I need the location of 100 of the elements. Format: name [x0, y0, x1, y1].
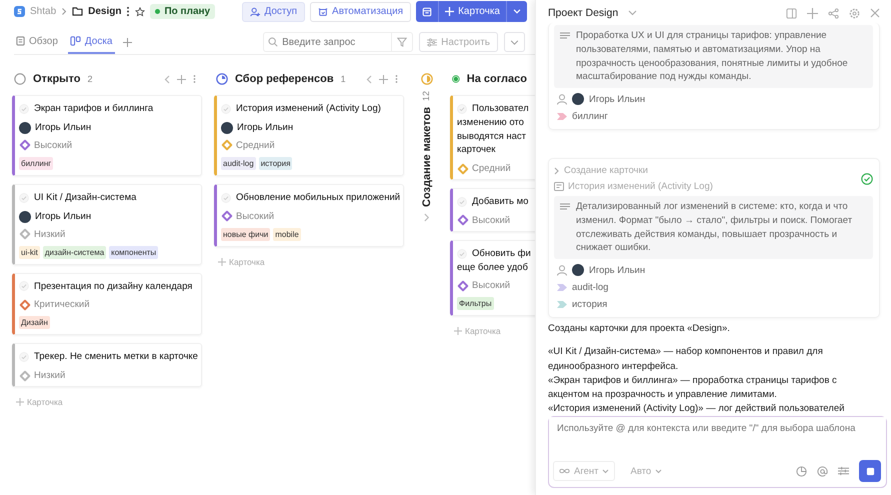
search-icon [268, 37, 278, 47]
tag: компоненты [109, 246, 158, 259]
tag-label: биллинг [572, 111, 608, 122]
expand-chevron-icon[interactable] [424, 213, 430, 222]
card-title: карточек [457, 143, 496, 158]
caret-icon [510, 40, 519, 44]
tag: дизайн-система [42, 246, 106, 259]
column-count: 12 [421, 91, 432, 102]
plus-icon [454, 327, 462, 336]
column-title: Открыто [33, 73, 81, 85]
card-title: Пользовател [472, 102, 529, 116]
chevron-right-icon [61, 7, 68, 16]
priority-label: Средний [236, 140, 275, 151]
timer-icon[interactable] [796, 466, 807, 476]
sidebar-icon[interactable] [786, 8, 797, 18]
column-count: 2 [88, 74, 93, 84]
workspace-name[interactable]: Shtab [30, 6, 56, 17]
sliders-icon[interactable] [838, 466, 849, 476]
infinity-icon [559, 468, 570, 474]
task-card[interactable]: Экран тарифов и биллинга Игорь Ильин Высокий биллинг [12, 95, 202, 176]
card-title: История изменений (Activity Log) [236, 102, 381, 116]
description-icon [560, 32, 570, 40]
status-badge[interactable]: По плану [150, 4, 216, 19]
stop-icon [866, 466, 874, 476]
priority-label: Высокий [472, 280, 510, 292]
access-button[interactable]: Доступ [242, 2, 306, 22]
check-icon[interactable] [19, 281, 29, 292]
task-card[interactable]: Трекер. Не сменить метки в карточке Низкий [12, 343, 202, 388]
column-title: Сбор референсов [235, 73, 334, 85]
folder-icon [72, 7, 84, 16]
person-icon [557, 94, 567, 105]
add-icon[interactable] [379, 74, 388, 84]
avatar-icon [19, 210, 31, 223]
document-icon [16, 36, 25, 46]
card-title: Презентация по дизайну календаря [34, 280, 192, 294]
task-card[interactable]: Презентация по дизайну календаря Критический Дизайн [12, 272, 202, 336]
check-icon[interactable] [221, 192, 231, 203]
reply-text: Созданы карточки для проекта «Design». [548, 322, 731, 336]
task-card[interactable]: История изменений (Activity Log) Игорь Ильин Средний audit-log история [214, 95, 404, 176]
card-title: Трекер. Не сменить метки в карточке [34, 350, 198, 364]
task-card[interactable]: UI Kit / Дизайн-система Игорь Ильин Низкий ui-kit дизайн-система компоненты [12, 184, 202, 265]
card-title: Экран тарифов и биллинга [34, 102, 154, 116]
mention-icon[interactable] [817, 466, 828, 476]
assignee-name: Игорь Ильин [35, 211, 92, 222]
view-tab[interactable]: Доска [68, 30, 114, 54]
chevron-right-icon[interactable] [554, 166, 560, 175]
check-icon[interactable] [19, 104, 29, 114]
column-count: 1 [340, 74, 346, 84]
check-icon[interactable] [457, 196, 467, 207]
reply-text: «Экран тарифов и биллинга» — проработка страницы тарифов с акцентом на прозрачность и управление лимитами. [548, 374, 838, 402]
add-icon[interactable] [807, 8, 818, 18]
card-icon [554, 182, 564, 192]
card-description: Проработка UX и UI для страницы тарифов: управление пользователями, памятью и автоматизациями. Упор на прозрачность ценообразования, понятные лимиты и удобное масштабирование под нужды команды. [576, 29, 849, 84]
person-icon [557, 264, 567, 276]
automation-button[interactable]: Автоматизация [310, 2, 412, 22]
column-title[interactable]: Создание макетов [421, 107, 433, 207]
sliders-icon [427, 38, 438, 46]
filter-button[interactable] [391, 32, 414, 52]
task-card[interactable]: Обновить фи еще более удоб Высокий Фильтры [450, 240, 535, 316]
check-icon[interactable] [19, 352, 29, 362]
add-tab-icon[interactable] [122, 38, 132, 46]
avatar-icon [572, 93, 584, 106]
stop-button[interactable] [859, 460, 881, 482]
card-title: Обновление мобильных приложений [236, 190, 400, 205]
board-icon [70, 36, 81, 46]
task-card[interactable]: Обновление мобильных приложений Высокий новые фичи mobile [214, 184, 404, 247]
panel-title[interactable]: Проект Design [548, 7, 618, 19]
check-icon[interactable] [457, 104, 467, 114]
chevron-down-icon[interactable] [628, 10, 638, 16]
priority-icon [19, 299, 31, 310]
share-icon[interactable] [828, 8, 839, 18]
check-icon[interactable] [19, 192, 29, 203]
task-card[interactable]: Пользовател изменению ото выводятся наст карточек Средний [450, 95, 535, 180]
caret-icon [655, 468, 662, 474]
tag: новые фичи [221, 228, 270, 241]
tag: mobile [273, 228, 301, 241]
status-done-icon [452, 73, 460, 85]
kebab-icon[interactable] [126, 6, 130, 17]
plus-icon [218, 258, 226, 266]
priority-label: Средний [472, 163, 511, 174]
search-field[interactable]: Введите запрос [263, 32, 392, 52]
collapse-chevron-icon[interactable] [366, 74, 372, 84]
person-add-icon [250, 6, 260, 16]
project-name[interactable]: Design [88, 6, 122, 17]
check-icon[interactable] [221, 104, 231, 114]
priority-label: Низкий [34, 370, 66, 382]
expand-button[interactable] [504, 32, 525, 52]
task-card[interactable]: Добавить мо Высокий [450, 188, 535, 232]
priority-label: Критический [34, 299, 90, 310]
settings-icon[interactable] [849, 8, 860, 18]
collapse-chevron-icon[interactable] [164, 74, 170, 84]
star-icon[interactable] [135, 6, 146, 16]
add-icon[interactable] [177, 74, 186, 84]
assignee-name: Игорь Ильин [589, 264, 646, 276]
tag: биллинг [19, 156, 54, 170]
check-icon[interactable] [457, 248, 467, 259]
close-icon[interactable] [870, 8, 880, 18]
tag: Дизайн [19, 316, 50, 330]
card-description: Детализированный лог изменений в системе: кто, когда и что изменил. Формат "было → стало", фильтры и поиск. Помогает отслеживать действия команды, повышает прозрачность и снижает ошибки. [576, 200, 854, 256]
view-tab[interactable]: Обзор [14, 30, 60, 54]
